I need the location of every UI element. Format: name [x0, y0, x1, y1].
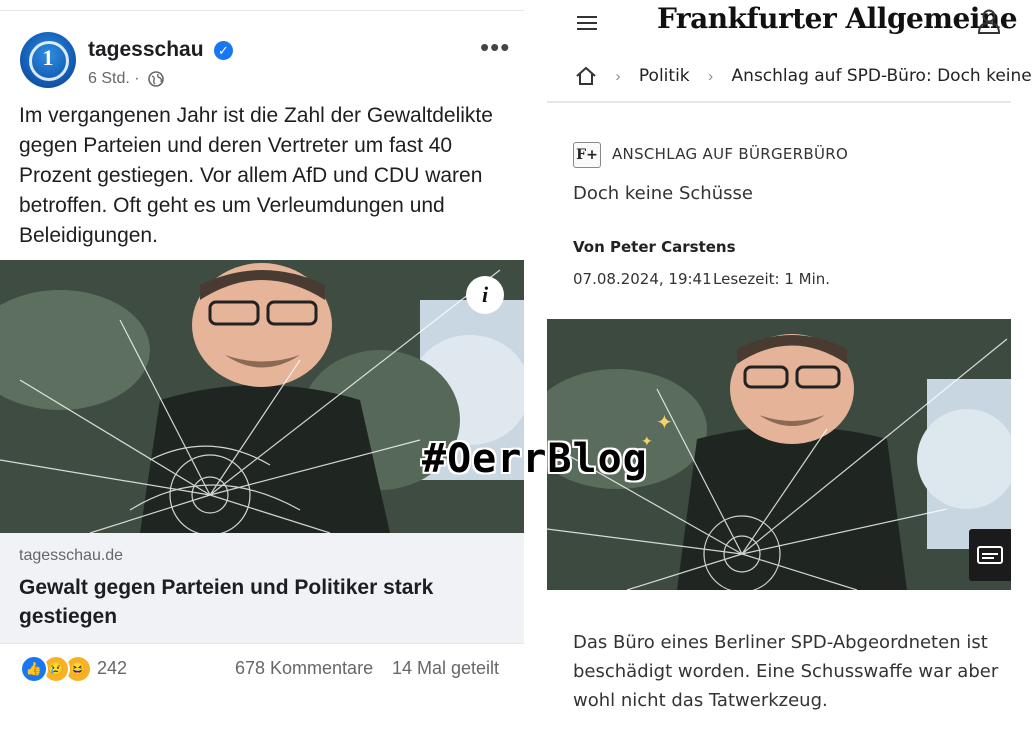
user-icon[interactable] [977, 8, 1001, 34]
more-options-icon[interactable]: ••• [480, 32, 510, 63]
reading-time: Lesezeit: 1 Min. [713, 270, 831, 288]
article-body: Das Büro eines Berliner SPD-Abgeordneten… [573, 632, 999, 711]
info-icon[interactable]: i [466, 276, 504, 314]
link-headline: Gewalt gegen Parteien und Politiker star… [19, 576, 434, 628]
breadcrumb-politik[interactable]: Politik [639, 66, 690, 86]
post-image[interactable] [0, 260, 524, 533]
chevron-right-icon: › [708, 67, 714, 85]
facebook-post: 1 tagesschau ✓ 6 Std. · ••• Im vergangen… [0, 10, 524, 755]
link-domain: tagesschau.de [19, 547, 124, 564]
shares-count[interactable]: 14 Mal geteilt [392, 658, 499, 679]
faz-article-page: Frankfurter Allgemeine › Politik › Ansch… [547, 0, 1035, 755]
globe-icon [148, 71, 164, 87]
premium-badge: F+ [573, 142, 601, 168]
page-name[interactable]: tagesschau [88, 38, 204, 62]
link-preview[interactable]: tagesschau.de Gewalt gegen Parteien und … [0, 533, 524, 643]
post-text: Im vergangenen Jahr ist die Zahl der Gew… [19, 104, 493, 247]
page-avatar[interactable]: 1 [20, 32, 76, 88]
faz-logo[interactable]: Frankfurter Allgemeine [657, 2, 1018, 35]
watermark-tag: #OerrBlog [422, 436, 648, 482]
home-icon[interactable] [575, 66, 597, 86]
article-kicker: ANSCHLAG AUF BÜRGERBÜRO [612, 145, 849, 163]
chevron-right-icon: › [615, 67, 621, 85]
shattered-glass-photo [0, 260, 524, 533]
divider [547, 101, 1011, 103]
post-time[interactable]: 6 Std. · [88, 70, 140, 88]
verified-badge-icon: ✓ [214, 41, 233, 60]
menu-icon[interactable] [577, 12, 601, 32]
divider [0, 643, 524, 644]
comments-count[interactable]: 678 Kommentare [235, 658, 373, 679]
article-title: Doch keine Schüsse [573, 183, 753, 204]
breadcrumb-current: Anschlag auf SPD-Büro: Doch keine [731, 66, 1032, 86]
sparkle-icon: ✦ [656, 412, 673, 434]
reactions-summary[interactable]: 👍 😢 😆 [20, 655, 100, 683]
article-author[interactable]: Von Peter Carstens [573, 238, 736, 256]
like-reaction-icon: 👍 [20, 655, 48, 683]
article-date: 07.08.2024, 19:41 [573, 270, 712, 288]
tagesschau-logo-icon: 1 [42, 45, 54, 70]
caption-icon[interactable] [969, 529, 1011, 581]
divider [0, 10, 524, 11]
reactions-count[interactable]: 242 [97, 658, 127, 679]
breadcrumb: › Politik › Anschlag auf SPD-Büro: Doch … [575, 66, 1035, 94]
